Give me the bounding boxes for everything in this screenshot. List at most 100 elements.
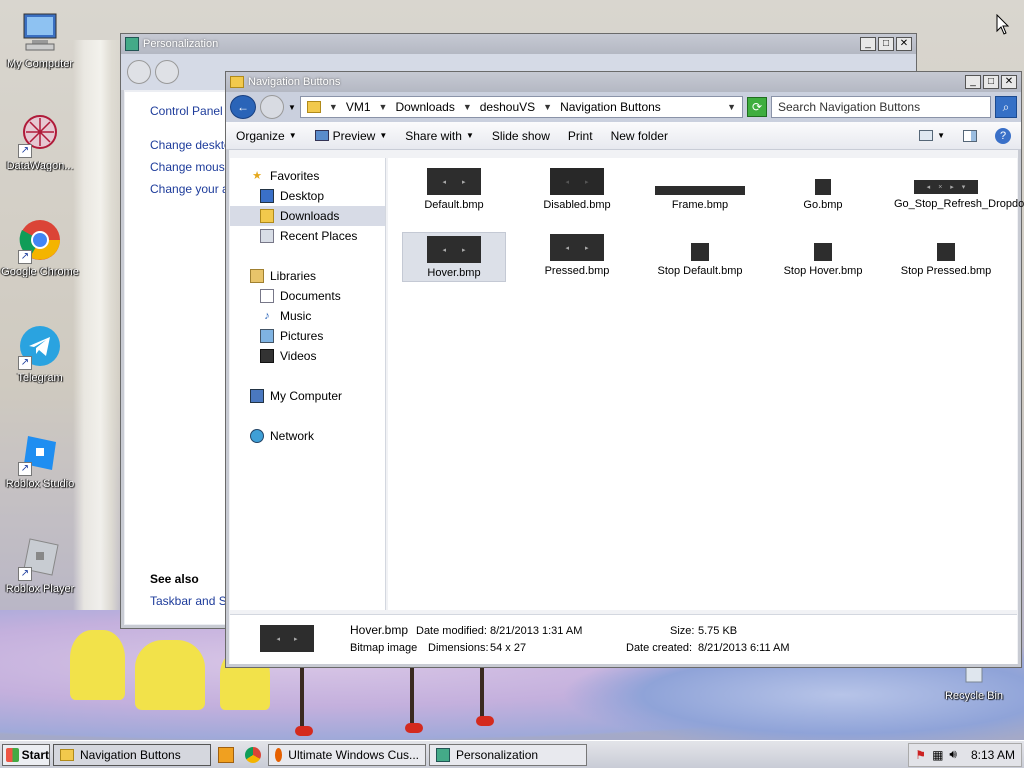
- roblox-studio-icon: ↗: [18, 430, 62, 476]
- file-item[interactable]: ◂ ▸ Default.bmp: [402, 168, 506, 212]
- slide-show-button[interactable]: Slide show: [492, 129, 550, 143]
- minimize-button[interactable]: _: [860, 37, 876, 51]
- search-input[interactable]: Search Navigation Buttons: [771, 96, 991, 118]
- file-item[interactable]: Stop Default.bmp: [648, 234, 752, 278]
- chevron-icon[interactable]: ▼: [379, 102, 388, 112]
- taskbar-item-firefox[interactable]: Ultimate Windows Cus...: [268, 743, 426, 766]
- firefox-icon: [275, 747, 283, 762]
- desktop-icon-label: Roblox Studio: [5, 478, 75, 490]
- nav-music[interactable]: ♪ Music: [230, 306, 385, 326]
- detail-file-type: Bitmap image: [350, 642, 418, 654]
- nav-recent-places[interactable]: Recent Places: [230, 226, 385, 246]
- breadcrumb-item[interactable]: deshouVS: [480, 100, 535, 114]
- music-icon: ♪: [264, 310, 270, 322]
- breadcrumb-item[interactable]: Downloads: [395, 100, 454, 114]
- file-item[interactable]: ◂ ▸ Pressed.bmp: [525, 234, 629, 278]
- recent-pages-dropdown[interactable]: ▼: [288, 103, 296, 112]
- desktop-icon-label: DataWagon...: [6, 160, 74, 172]
- print-button[interactable]: Print: [568, 129, 593, 143]
- file-item-selected[interactable]: ◂ ▸ Hover.bmp: [402, 232, 506, 282]
- preview-pane-button[interactable]: [963, 129, 977, 142]
- window-title: Personalization: [143, 38, 219, 50]
- nav-pictures[interactable]: Pictures: [230, 326, 385, 346]
- file-item[interactable]: Stop Hover.bmp: [771, 234, 875, 278]
- folder-icon: [306, 101, 321, 113]
- chevron-icon[interactable]: ▼: [463, 102, 472, 112]
- media-player-icon[interactable]: [214, 744, 238, 766]
- desktop-icon-telegram[interactable]: ↗ Telegram: [0, 324, 80, 384]
- file-item[interactable]: ◂×▸▾ Go_Stop_Refresh_Dropdown.bmp: [894, 168, 1024, 211]
- view-icon: [919, 130, 934, 141]
- file-item[interactable]: Stop Pressed.bmp: [894, 234, 998, 278]
- bmp-thumbnail-icon: ◂ ▸: [427, 168, 481, 195]
- view-options-button[interactable]: ▼: [919, 130, 945, 141]
- link-change-mouse[interactable]: Change mouse: [150, 160, 230, 174]
- desktop-icon-google-chrome[interactable]: ↗ Google Chrome: [0, 218, 80, 278]
- file-item[interactable]: ◂ ▸ Disabled.bmp: [525, 168, 629, 212]
- personalization-titlebar[interactable]: Personalization _ □ ✕: [121, 34, 916, 54]
- nav-my-computer[interactable]: My Computer: [230, 386, 385, 406]
- explorer-titlebar[interactable]: Navigation Buttons _ □ ✕: [226, 72, 1021, 92]
- maximize-button[interactable]: □: [878, 37, 894, 51]
- breadcrumb-item[interactable]: Navigation Buttons: [560, 100, 661, 114]
- volume-icon[interactable]: 🔊︎: [949, 747, 957, 762]
- nav-videos[interactable]: Videos: [230, 346, 385, 366]
- detail-size-value: 5.75 KB: [698, 625, 738, 637]
- nav-network[interactable]: Network: [230, 426, 385, 446]
- preview-button[interactable]: Preview ▼: [314, 129, 387, 143]
- forward-button[interactable]: [260, 95, 284, 119]
- link-taskbar[interactable]: Taskbar and Sta: [150, 594, 230, 608]
- start-button[interactable]: Start: [2, 743, 50, 766]
- desktop-icon-roblox-studio[interactable]: ↗ Roblox Studio: [0, 430, 80, 490]
- back-button[interactable]: [127, 60, 151, 84]
- nav-favorites[interactable]: ★ Favorites: [230, 166, 385, 186]
- share-with-button[interactable]: Share with ▼: [405, 129, 474, 143]
- see-also-section: See also Taskbar and Sta: [150, 572, 230, 616]
- network-icon[interactable]: ▦: [932, 748, 943, 762]
- desktop-icon-my-computer[interactable]: My Computer: [0, 10, 80, 70]
- desktop-icon-roblox-player[interactable]: ↗ Roblox Player: [0, 535, 80, 595]
- new-folder-button[interactable]: New folder: [611, 129, 668, 143]
- forward-button[interactable]: [155, 60, 179, 84]
- file-item[interactable]: Go.bmp: [771, 168, 875, 212]
- command-bar: Organize ▼ Preview ▼ Share with ▼ Slide sho…: [226, 122, 1021, 150]
- link-change-desktop[interactable]: Change desktop: [150, 138, 230, 152]
- downloads-folder-icon: [260, 209, 274, 223]
- minimize-button[interactable]: _: [965, 75, 981, 89]
- help-button[interactable]: ?: [995, 127, 1011, 144]
- maximize-button[interactable]: □: [983, 75, 999, 89]
- file-list: ◂ ▸ Default.bmp ◂ ▸ Disabled.bmp Frame.bmp…: [388, 158, 1024, 610]
- bmp-thumbnail-icon: ◂ ▸: [427, 236, 481, 263]
- bmp-thumbnail-icon: ◂ × ▸ ▾: [914, 180, 978, 194]
- nav-libraries[interactable]: Libraries: [230, 266, 385, 286]
- close-button[interactable]: ✕: [896, 37, 912, 51]
- system-tray: ⚑ ▦ 🔊︎ 8:13 AM: [908, 742, 1022, 767]
- clock[interactable]: 8:13 AM: [971, 748, 1015, 762]
- close-button[interactable]: ✕: [1001, 75, 1017, 89]
- explorer-window[interactable]: Navigation Buttons _ □ ✕ ← ▼ ▼ VM1 ▼ Dow…: [225, 71, 1024, 668]
- chevron-icon[interactable]: ▼: [329, 102, 338, 112]
- action-center-icon[interactable]: ⚑: [915, 748, 926, 762]
- taskbar-item-navigation-buttons[interactable]: Navigation Buttons: [53, 743, 211, 766]
- address-dropdown-icon[interactable]: ▼: [727, 102, 736, 112]
- file-item[interactable]: Frame.bmp: [648, 168, 752, 212]
- chrome-icon[interactable]: [241, 744, 265, 766]
- link-control-panel-home[interactable]: Control Panel H: [150, 104, 230, 118]
- breadcrumb[interactable]: ▼ VM1 ▼ Downloads ▼ deshouVS ▼ Navigatio…: [299, 96, 743, 118]
- organize-button[interactable]: Organize ▼: [236, 129, 297, 143]
- breadcrumb-item[interactable]: VM1: [346, 100, 371, 114]
- taskbar-item-personalization[interactable]: Personalization: [429, 743, 587, 766]
- desktop-icon: [260, 189, 274, 203]
- chevron-icon[interactable]: ▼: [543, 102, 552, 112]
- shortcut-arrow-icon: ↗: [18, 462, 32, 476]
- refresh-button[interactable]: ⟳: [747, 97, 767, 117]
- nav-documents[interactable]: Documents: [230, 286, 385, 306]
- nav-downloads[interactable]: Downloads: [230, 206, 385, 226]
- navigation-pane: ★ Favorites Desktop Downloads Recent Plac…: [230, 158, 386, 610]
- desktop-icon-datawagon[interactable]: ↗ DataWagon...: [0, 112, 80, 172]
- nav-desktop[interactable]: Desktop: [230, 186, 385, 206]
- telegram-icon: ↗: [18, 324, 62, 370]
- back-button[interactable]: ←: [230, 95, 256, 119]
- search-icon[interactable]: ⌕: [995, 96, 1017, 118]
- link-change-account[interactable]: Change your ac: [150, 182, 230, 196]
